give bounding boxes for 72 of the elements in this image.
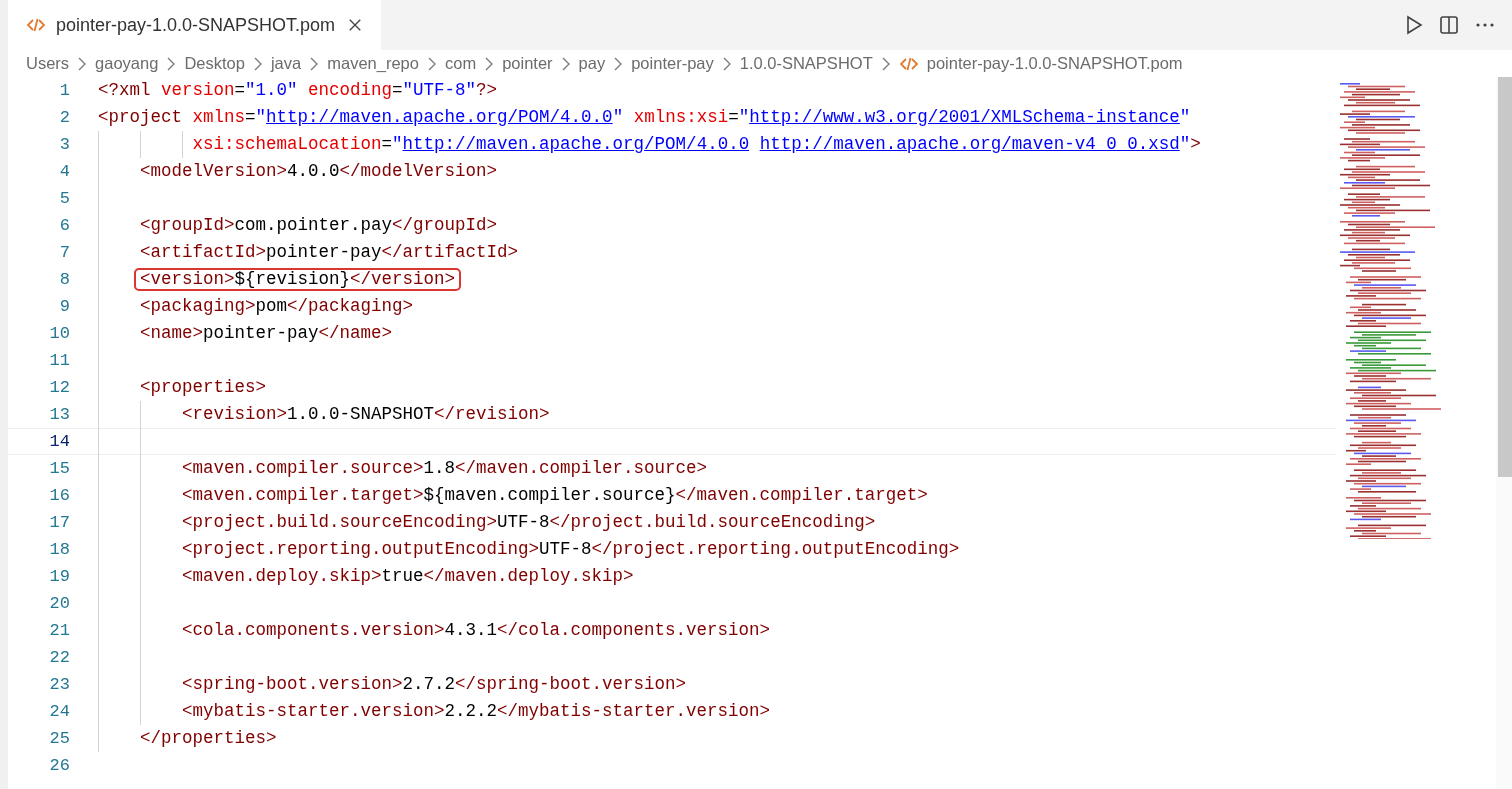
breadcrumb-item[interactable]: pointer-pay bbox=[631, 54, 714, 73]
breadcrumb-item[interactable]: 1.0.0-SNAPSHOT bbox=[739, 54, 873, 73]
line-number: 2 bbox=[58, 107, 70, 129]
code-line: <project xmlns="http://maven.apache.org/POM/4.0.0" xmlns:xsi="http://www.w3.org/2001/XMLSchema-instance" bbox=[98, 107, 1191, 127]
code-line: <maven.compiler.source>1.8</maven.compiler.source> bbox=[181, 458, 708, 478]
code-file-icon bbox=[26, 18, 46, 32]
line-number: 11 bbox=[48, 350, 70, 372]
code-line: </properties> bbox=[139, 728, 277, 748]
line-number: 21 bbox=[48, 620, 70, 642]
code-line: <properties> bbox=[139, 377, 267, 397]
code-line: <cola.components.version>4.3.1</cola.components.version> bbox=[181, 620, 771, 640]
line-number: 1 bbox=[58, 80, 70, 102]
chevron-icon bbox=[721, 56, 732, 71]
code-line: <?xml version="1.0" encoding="UTF-8"?> bbox=[98, 80, 498, 100]
chevron-icon bbox=[77, 56, 88, 71]
breadcrumb-item[interactable]: pointer-pay-1.0.0-SNAPSHOT.pom bbox=[926, 54, 1183, 73]
chevron-icon bbox=[252, 56, 263, 71]
line-number: 8 bbox=[58, 269, 70, 291]
code-line: <maven.deploy.skip>true</maven.deploy.skip> bbox=[181, 566, 634, 586]
chevron-icon bbox=[166, 56, 177, 71]
breadcrumb-item[interactable]: maven_repo bbox=[327, 54, 419, 73]
line-number: 9 bbox=[58, 296, 70, 318]
chevron-icon bbox=[560, 56, 571, 71]
breadcrumb-item[interactable]: gaoyang bbox=[95, 54, 159, 73]
split-editor-icon[interactable] bbox=[1438, 14, 1460, 36]
code-line: <packaging>pom</packaging> bbox=[139, 296, 414, 316]
line-number: 14 bbox=[48, 431, 70, 453]
code-line: <mybatis-starter.version>2.2.2</mybatis-starter.version> bbox=[181, 701, 771, 721]
line-number: 5 bbox=[58, 188, 70, 210]
line-number: 17 bbox=[48, 512, 70, 534]
breadcrumb-item[interactable]: java bbox=[270, 54, 302, 73]
code-line: <version>${revision}</version> bbox=[139, 269, 456, 289]
line-number: 12 bbox=[48, 377, 70, 399]
code-line: <name>pointer-pay</name> bbox=[139, 323, 393, 343]
line-number: 26 bbox=[48, 755, 70, 777]
line-number: 25 bbox=[48, 728, 70, 750]
code-line: <project.build.sourceEncoding>UTF-8</project.build.sourceEncoding> bbox=[181, 512, 876, 532]
line-number: 13 bbox=[48, 404, 70, 426]
breadcrumb-item[interactable]: pay bbox=[578, 54, 606, 73]
line-number: 22 bbox=[48, 647, 70, 669]
line-number: 24 bbox=[48, 701, 70, 723]
line-number: 18 bbox=[48, 539, 70, 561]
breadcrumb-item[interactable]: Desktop bbox=[184, 54, 245, 73]
code-line: <spring-boot.version>2.7.2</spring-boot.version> bbox=[181, 674, 687, 694]
code-file-icon bbox=[898, 56, 919, 71]
editor-tab[interactable]: pointer-pay-1.0.0-SNAPSHOT.pom bbox=[8, 0, 382, 50]
line-number: 10 bbox=[48, 323, 70, 345]
line-number: 3 bbox=[58, 134, 70, 156]
breadcrumb-item[interactable]: Users bbox=[26, 54, 70, 73]
chevron-icon bbox=[484, 56, 495, 71]
chevron-icon bbox=[880, 56, 891, 71]
line-number: 19 bbox=[48, 566, 70, 588]
chevron-icon bbox=[426, 56, 437, 71]
line-number: 7 bbox=[58, 242, 70, 264]
code-line: <project.reporting.outputEncoding>UTF-8</project.reporting.outputEncoding> bbox=[181, 539, 960, 559]
code-line: <maven.compiler.target>${maven.compiler.source}</maven.compiler.target> bbox=[181, 485, 928, 505]
line-number: 15 bbox=[48, 458, 70, 480]
chevron-icon bbox=[309, 56, 320, 71]
code-line: <revision>1.0.0-SNAPSHOT</revision> bbox=[181, 404, 550, 424]
line-number: 6 bbox=[58, 215, 70, 237]
code-line: <artifactId>pointer-pay</artifactId> bbox=[139, 242, 519, 262]
line-number: 20 bbox=[48, 593, 70, 615]
breadcrumb-item[interactable]: pointer bbox=[502, 54, 553, 73]
code-line: <groupId>com.pointer.pay</groupId> bbox=[139, 215, 498, 235]
scrollbar-thumb[interactable] bbox=[1498, 77, 1512, 477]
breadcrumb-item[interactable]: com bbox=[444, 54, 477, 73]
line-number: 23 bbox=[48, 674, 70, 696]
line-number: 4 bbox=[58, 161, 70, 183]
code-line: xsi:schemaLocation="http://maven.apache.org/POM/4.0.0 http://maven.apache.org/maven-v4_0_0.xsd"> bbox=[191, 134, 1201, 154]
code-line: <modelVersion>4.0.0</modelVersion> bbox=[139, 161, 498, 181]
chevron-icon bbox=[613, 56, 624, 71]
line-number: 16 bbox=[48, 485, 70, 507]
